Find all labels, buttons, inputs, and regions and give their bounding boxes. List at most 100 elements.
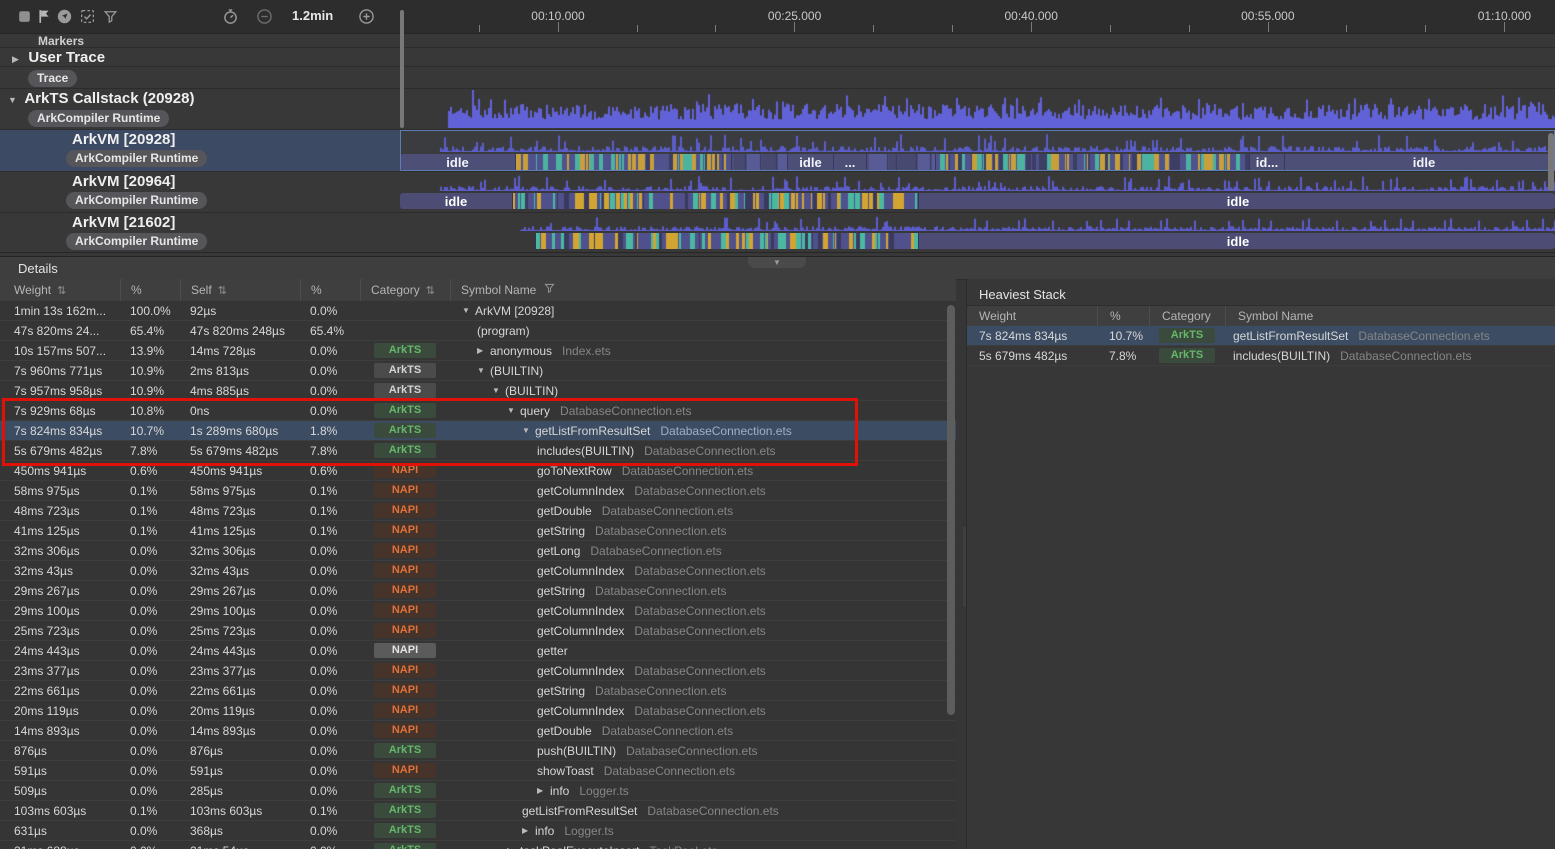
chevron-down-icon[interactable]: ▼ <box>492 386 505 395</box>
filter-icon[interactable] <box>102 8 119 25</box>
sort-icon[interactable]: ⇅ <box>218 284 227 297</box>
stop-icon[interactable] <box>16 8 33 25</box>
cell: 48ms 723µs <box>180 504 300 518</box>
column-header-self[interactable]: Self⇅ <box>180 279 300 301</box>
table-row[interactable]: 25ms 723µs0.0%25ms 723µs0.0%NAPIgetColum… <box>0 621 956 641</box>
callstack-chip-label: ArkCompiler Runtime <box>28 110 169 127</box>
chevron-right-icon[interactable]: ▶ <box>477 346 490 355</box>
table-row[interactable]: 7s 960ms 771µs10.9%2ms 813µs0.0%ArkTS▼(B… <box>0 361 956 381</box>
trace-chip[interactable]: Trace <box>28 70 77 87</box>
category-badge: ArkTS <box>374 343 436 358</box>
table-row[interactable]: 22ms 661µs0.0%22ms 661µs0.0%NAPIgetStrin… <box>0 681 956 701</box>
select-region-icon[interactable] <box>79 8 96 25</box>
thread-state-strip[interactable]: idle idle <box>400 193 1555 209</box>
thread-track-arkvm-20964-[interactable]: ArkVM [20964]ArkCompiler Runtime <box>0 172 400 212</box>
chevron-down-icon[interactable]: ▼ <box>522 426 535 435</box>
arkts-callstack-track[interactable]: ▼ ArkTS Callstack (20928) <box>8 90 194 107</box>
hv-column-header-category[interactable]: Category <box>1149 306 1225 326</box>
table-row[interactable]: 29ms 267µs0.0%29ms 267µs0.0%NAPIgetStrin… <box>0 581 956 601</box>
table-row[interactable]: 48ms 723µs0.1%48ms 723µs0.1%NAPIgetDoubl… <box>0 501 956 521</box>
state-segment-busy[interactable] <box>512 193 918 209</box>
thread-timeline-row[interactable]: idle idle <box>400 172 1555 212</box>
table-row[interactable]: 7s 957ms 958µs10.9%4ms 885µs0.0%ArkTS▼(B… <box>0 381 956 401</box>
table-row[interactable]: 591µs0.0%591µs0.0%NAPIshowToastDatabaseC… <box>0 761 956 781</box>
symbol-cell: showToastDatabaseConnection.ets <box>450 764 956 778</box>
symbol-name: getListFromResultSet <box>535 424 650 438</box>
table-row[interactable]: 10s 157ms 507...13.9%14ms 728µs0.0%ArkTS… <box>0 341 956 361</box>
table-row[interactable]: 14ms 893µs0.0%14ms 893µs0.0%NAPIgetDoubl… <box>0 721 956 741</box>
chevron-down-icon[interactable]: ▼ <box>8 95 21 105</box>
state-segment-idle[interactable]: idle <box>400 193 512 209</box>
table-row[interactable]: 103ms 603µs0.1%103ms 603µs0.1%ArkTSgetLi… <box>0 801 956 821</box>
table-row[interactable]: 7s 929ms 68µs10.8%0ns0.0%ArkTS▼queryData… <box>0 401 956 421</box>
heaviest-stack-row[interactable]: 7s 824ms 834µs10.7%ArkTSgetListFromResul… <box>967 326 1555 346</box>
table-row[interactable]: 631µs0.0%368µs0.0%ArkTS▶infoLogger.ts <box>0 821 956 841</box>
column-header--[interactable]: % <box>120 279 180 301</box>
callstack-activity-graph[interactable] <box>400 90 1555 128</box>
table-row[interactable]: 29ms 100µs0.0%29ms 100µs0.0%NAPIgetColum… <box>0 601 956 621</box>
state-segment-idle[interactable]: idle <box>918 193 1555 209</box>
markers-track-label[interactable]: Markers <box>38 34 84 48</box>
table-row[interactable]: 450ms 941µs0.6%450ms 941µs0.6%NAPIgoToNe… <box>0 461 956 481</box>
user-trace-track[interactable]: ▶ User Trace <box>12 49 105 66</box>
state-segment-none[interactable] <box>400 233 535 249</box>
chevron-down-icon[interactable]: ▼ <box>507 406 520 415</box>
zoom-in-icon[interactable] <box>358 8 375 25</box>
chevron-down-icon[interactable]: ▼ <box>462 306 475 315</box>
chevron-down-icon[interactable]: ▼ <box>477 366 490 375</box>
timer-icon[interactable] <box>222 8 239 25</box>
thread-track-arkvm-21602-[interactable]: ArkVM [21602]ArkCompiler Runtime <box>0 213 400 252</box>
state-segment-idle[interactable]: idle <box>918 233 1555 249</box>
table-row[interactable]: 32ms 43µs0.0%32ms 43µs0.0%NAPIgetColumnI… <box>0 561 956 581</box>
cell: 41ms 125µs <box>0 524 120 538</box>
table-row[interactable]: 32ms 306µs0.0%32ms 306µs0.0%NAPIgetLongD… <box>0 541 956 561</box>
column-header-category[interactable]: Category⇅ <box>360 279 450 301</box>
heaviest-stack-row[interactable]: 5s 679ms 482µs7.8%ArkTSincludes(BUILTIN)… <box>967 346 1555 366</box>
state-segment-busy[interactable] <box>535 233 918 249</box>
thread-state-strip[interactable]: idle <box>400 233 1555 249</box>
sort-icon[interactable]: ⇅ <box>426 284 435 297</box>
symbol-file: DatabaseConnection.ets <box>602 504 733 518</box>
chevron-right-icon[interactable]: ▶ <box>537 786 550 795</box>
category-badge: ArkTS <box>374 423 436 438</box>
hv-column-header-symbol-name[interactable]: Symbol Name <box>1225 306 1555 326</box>
chevron-right-icon[interactable]: ▶ <box>522 826 535 835</box>
table-row[interactable]: 876µs0.0%876µs0.0%ArkTSpush(BUILTIN)Data… <box>0 741 956 761</box>
cell: 1s 289ms 680µs <box>180 424 300 438</box>
column-header-weight[interactable]: Weight⇅ <box>0 279 120 301</box>
table-row[interactable]: 47s 820ms 24...65.4%47s 820ms 248µs65.4%… <box>0 321 956 341</box>
table-row[interactable]: 58ms 975µs0.1%58ms 975µs0.1%NAPIgetColum… <box>0 481 956 501</box>
thread-timeline-row[interactable]: idle <box>400 213 1555 252</box>
zoom-out-icon[interactable] <box>256 8 273 25</box>
thread-track-arkvm-20928-[interactable]: ArkVM [20928]ArkCompiler Runtime <box>0 130 400 171</box>
flag-icon[interactable] <box>36 8 53 25</box>
table-row[interactable]: 509µs0.0%285µs0.0%ArkTS▶infoLogger.ts <box>0 781 956 801</box>
filter-icon[interactable] <box>544 283 555 297</box>
table-row[interactable]: 1min 13s 162m...100.0%92µs0.0%▼ArkVM [20… <box>0 301 956 321</box>
time-ruler[interactable]: 00:10.00000:25.00000:40.00000:55.00001:1… <box>400 0 1555 33</box>
table-row[interactable]: 20ms 119µs0.0%20ms 119µs0.0%NAPIgetColum… <box>0 701 956 721</box>
collapse-details-button[interactable]: ▼ <box>748 257 806 268</box>
column-header--[interactable]: % <box>300 279 360 301</box>
arkcompiler-runtime-chip[interactable]: ArkCompiler Runtime <box>28 110 169 127</box>
tracks-scrollbar[interactable] <box>1548 133 1554 191</box>
navigate-icon[interactable] <box>56 8 73 25</box>
table-row[interactable]: 23ms 377µs0.0%23ms 377µs0.0%NAPIgetColum… <box>0 661 956 681</box>
table-row[interactable]: 5s 679ms 482µs7.8%5s 679ms 482µs7.8%ArkT… <box>0 441 956 461</box>
category-badge: ArkTS <box>374 783 436 798</box>
hv-column-header-weight[interactable]: Weight <box>967 306 1097 326</box>
table-row[interactable]: 24ms 443µs0.0%24ms 443µs0.0%NAPIgetter <box>0 641 956 661</box>
table-row[interactable]: 41ms 125µs0.1%41ms 125µs0.1%NAPIgetStrin… <box>0 521 956 541</box>
details-scrollbar[interactable] <box>947 305 955 715</box>
category-badge: ArkTS <box>374 843 436 849</box>
sort-icon[interactable]: ⇅ <box>57 284 66 297</box>
hv-column-header--[interactable]: % <box>1097 306 1149 326</box>
thread-timeline-row[interactable]: idleidle...id...idle <box>400 130 1555 171</box>
category-badge: NAPI <box>374 643 436 658</box>
symbol-name: push(BUILTIN) <box>537 744 616 758</box>
cell: 32ms 43µs <box>0 564 120 578</box>
table-row[interactable]: 7s 824ms 834µs10.7%1s 289ms 680µs1.8%Ark… <box>0 421 956 441</box>
column-header-symbol-name[interactable]: Symbol Name <box>450 279 956 301</box>
sidebar-scrollbar[interactable] <box>400 10 404 128</box>
chevron-right-icon[interactable]: ▶ <box>12 54 25 65</box>
